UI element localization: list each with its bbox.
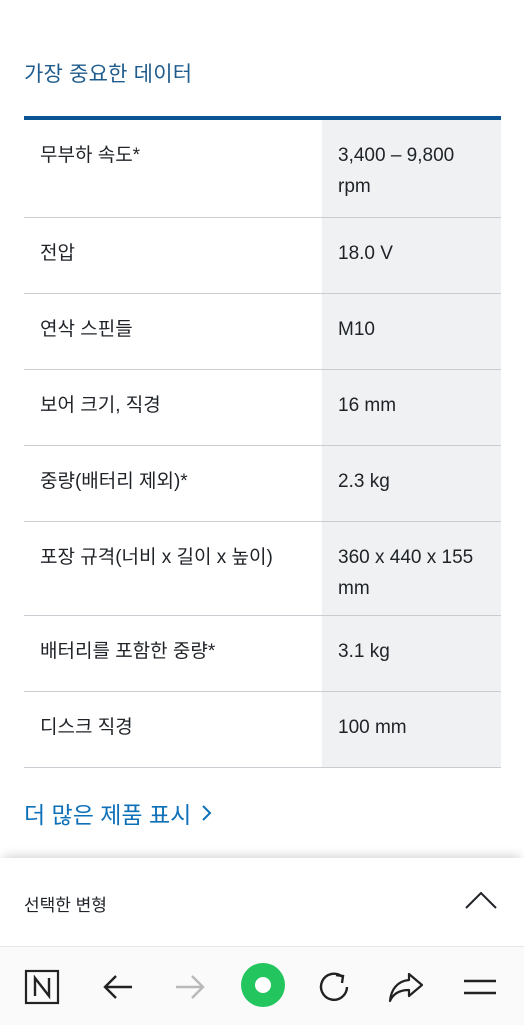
spec-label: 배터리를 포함한 중량* xyxy=(40,641,216,662)
spec-row: 무부하 속도* 3,400 – 9,800 rpm xyxy=(24,120,501,218)
spec-row: 연삭 스핀들 M10 xyxy=(24,294,501,370)
spec-value: 360 x 440 x 155 mm xyxy=(322,522,501,615)
reload-icon[interactable] xyxy=(314,967,354,1007)
spec-row: 보어 크기, 직경 16 mm xyxy=(24,370,501,446)
spec-row: 중량(배터리 제외)* 2.3 kg xyxy=(24,446,501,522)
spec-value: 3,400 – 9,800 rpm xyxy=(322,120,501,217)
browser-toolbar xyxy=(0,946,524,1025)
spec-table: 무부하 속도* 3,400 – 9,800 rpm 전압 18.0 V 연삭 스… xyxy=(24,116,501,768)
spec-row: 배터리를 포함한 중량* 3.1 kg xyxy=(24,616,501,692)
spec-value: 16 mm xyxy=(322,370,501,445)
section-title: 가장 중요한 데이터 xyxy=(24,63,193,86)
spec-label: 포장 규격(너비 x 길이 x 높이) xyxy=(40,547,273,568)
green-dot-icon[interactable] xyxy=(240,962,286,1008)
spec-label: 연삭 스핀들 xyxy=(40,319,133,340)
chevron-right-icon xyxy=(201,803,213,823)
menu-icon[interactable] xyxy=(460,967,500,1007)
show-more-products-label: 더 많은 제품 표시 xyxy=(24,802,192,828)
share-icon[interactable] xyxy=(386,967,426,1007)
spec-label: 무부하 속도* xyxy=(40,145,141,166)
back-arrow-icon[interactable] xyxy=(98,967,138,1007)
spec-value: 18.0 V xyxy=(322,218,501,293)
spec-row: 전압 18.0 V xyxy=(24,218,501,294)
spec-value: 100 mm xyxy=(322,692,501,767)
spec-label: 중량(배터리 제외)* xyxy=(40,471,188,492)
spec-row: 포장 규격(너비 x 길이 x 높이) 360 x 440 x 155 mm xyxy=(24,522,501,616)
chevron-up-icon[interactable] xyxy=(464,888,498,912)
spec-label: 보어 크기, 직경 xyxy=(40,395,161,416)
spec-value: M10 xyxy=(322,294,501,369)
spec-row: 디스크 직경 100 mm xyxy=(24,692,501,768)
spec-value: 3.1 kg xyxy=(322,616,501,691)
show-more-products-link[interactable]: 더 많은 제품 표시 xyxy=(24,796,213,830)
forward-arrow-icon[interactable] xyxy=(170,967,210,1007)
selected-variant-label: 선택한 변형 xyxy=(24,896,107,915)
spec-value: 2.3 kg xyxy=(322,446,501,521)
spec-label: 디스크 직경 xyxy=(40,717,133,738)
spec-label: 전압 xyxy=(40,243,75,264)
naver-n-icon[interactable] xyxy=(22,967,62,1007)
selected-variant-bar[interactable]: 선택한 변형 xyxy=(0,858,524,946)
